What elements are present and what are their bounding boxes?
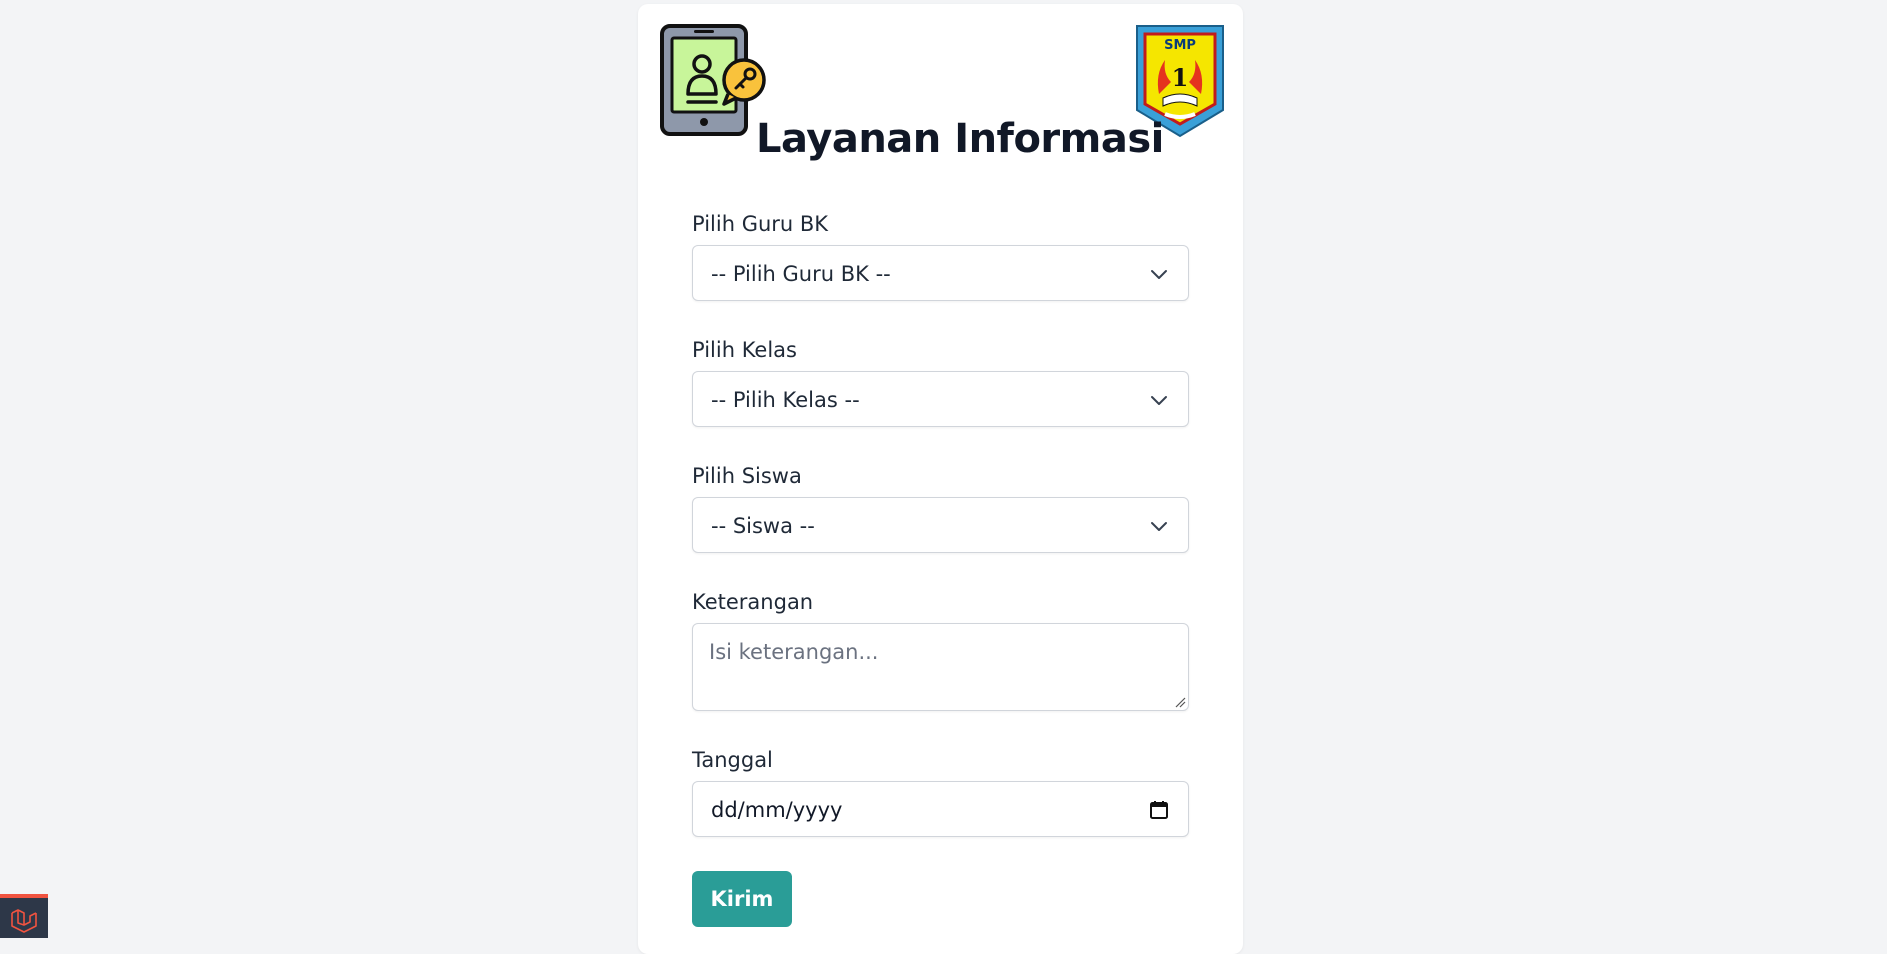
keterangan-textarea[interactable]: [692, 623, 1189, 711]
laravel-icon: [11, 909, 37, 933]
tanggal-value: dd/mm/yyyy: [711, 798, 843, 822]
svg-text:1: 1: [1172, 63, 1189, 92]
keterangan-label: Keterangan: [692, 590, 814, 614]
tanggal-field: Tanggal dd/mm/yyyy: [692, 745, 1189, 837]
resize-handle-icon[interactable]: [1174, 696, 1186, 708]
siswa-selected-value: -- Siswa --: [711, 514, 815, 538]
kelas-select[interactable]: -- Pilih Kelas --: [692, 371, 1189, 427]
submit-button[interactable]: Kirim: [692, 871, 792, 927]
card-header: SMP 1 Layanan Informasi: [638, 4, 1243, 174]
kelas-label: Pilih Kelas: [692, 338, 797, 362]
siswa-label: Pilih Siswa: [692, 464, 802, 488]
tanggal-label: Tanggal: [692, 748, 773, 772]
guru-selected-value: -- Pilih Guru BK --: [711, 262, 891, 286]
tablet-user-key-icon: [660, 24, 766, 136]
guru-label: Pilih Guru BK: [692, 212, 829, 236]
guru-select[interactable]: -- Pilih Guru BK --: [692, 245, 1189, 301]
chevron-down-icon: [1151, 522, 1167, 531]
form-card: SMP 1 Layanan Informasi Pilih Guru BK --…: [638, 4, 1243, 954]
laravel-debug-badge[interactable]: [0, 894, 48, 938]
page-title: Layanan Informasi: [756, 116, 1164, 162]
chevron-down-icon: [1151, 396, 1167, 405]
siswa-field: Pilih Siswa -- Siswa --: [692, 461, 1189, 553]
kelas-field: Pilih Kelas -- Pilih Kelas --: [692, 335, 1189, 427]
kelas-selected-value: -- Pilih Kelas --: [711, 388, 860, 412]
tanggal-date-input[interactable]: dd/mm/yyyy: [692, 781, 1189, 837]
keterangan-field: Keterangan: [692, 587, 1189, 711]
siswa-select[interactable]: -- Siswa --: [692, 497, 1189, 553]
chevron-down-icon: [1151, 270, 1167, 279]
guru-field: Pilih Guru BK -- Pilih Guru BK --: [692, 209, 1189, 301]
calendar-icon[interactable]: [1148, 799, 1170, 821]
svg-text:SMP: SMP: [1164, 38, 1196, 53]
